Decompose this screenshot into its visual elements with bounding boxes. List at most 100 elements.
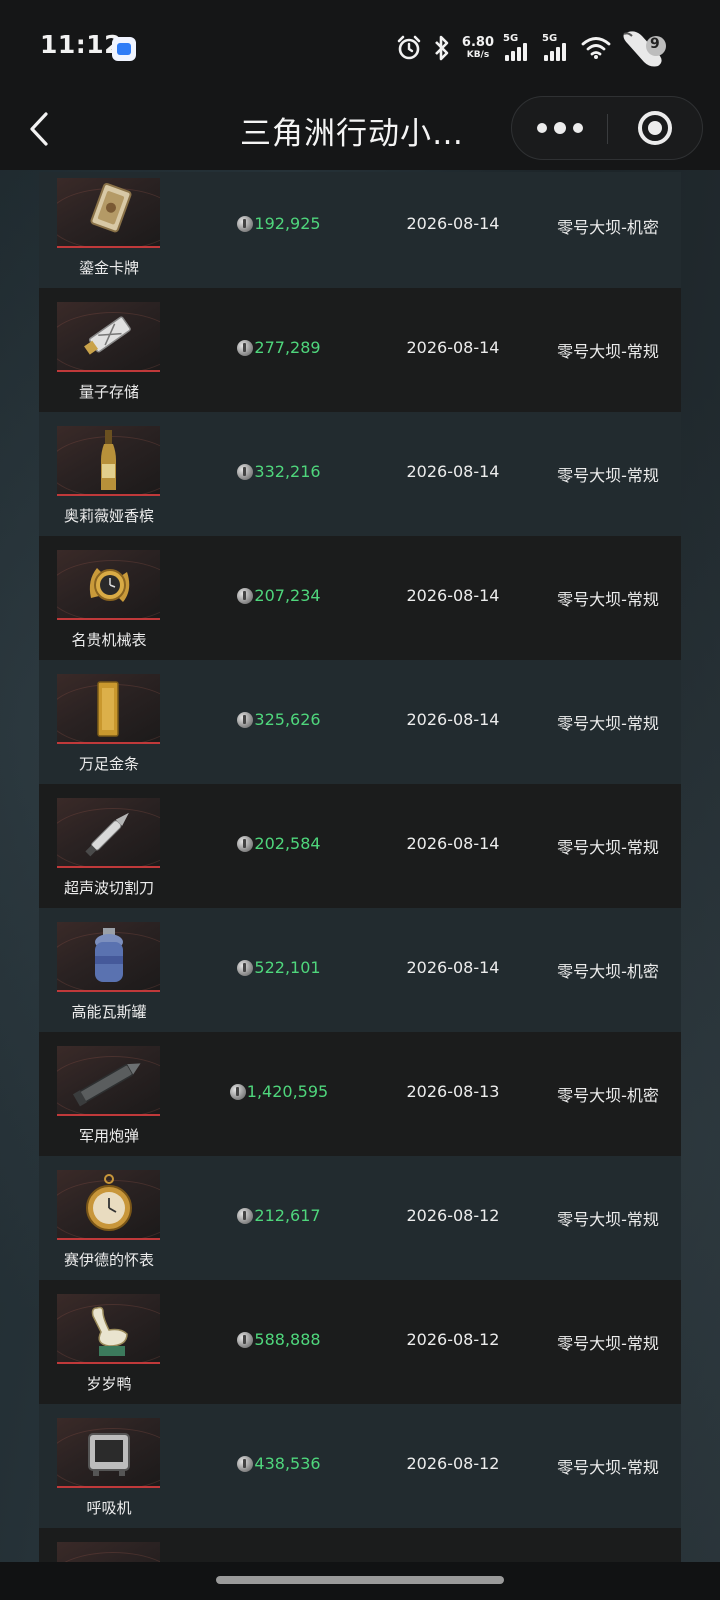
screen: 11:12 6.80 KB/s 5G 5G 9 三角洲行动小… 鎏金卡牌 192… xyxy=(0,0,720,1600)
price-value: 202,584 xyxy=(254,834,321,853)
coin-icon xyxy=(237,463,254,480)
item-date: 2026-08-14 xyxy=(406,834,500,853)
item-price: 277,289 xyxy=(199,338,359,357)
ultrasonic-knife-icon xyxy=(57,798,160,868)
item-map: 零号大坝-机密 xyxy=(557,962,659,981)
price-value: 588,888 xyxy=(254,1330,321,1349)
list-item[interactable]: 超声波切割刀 202,584 2026-08-14 零号大坝-常规 xyxy=(39,784,681,908)
close-mini-program-button[interactable] xyxy=(608,97,702,159)
coin-icon xyxy=(229,1083,246,1100)
item-map: 零号大坝-常规 xyxy=(557,1458,659,1477)
item-name: 呼吸机 xyxy=(86,1499,132,1517)
list-item[interactable]: 奥莉薇娅香槟 332,216 2026-08-14 零号大坝-常规 xyxy=(39,412,681,536)
mini-program-header: 三角洲行动小… xyxy=(0,92,720,170)
signal-icon: 5G xyxy=(542,33,572,63)
list-item[interactable]: 赛伊德的怀表 212,617 2026-08-12 零号大坝-常规 xyxy=(39,1156,681,1280)
price-value: 277,289 xyxy=(254,338,321,357)
more-dots-icon xyxy=(536,123,547,133)
price-value: 522,101 xyxy=(254,958,321,977)
list-item[interactable]: 高能瓦斯罐 522,101 2026-08-14 零号大坝-机密 xyxy=(39,908,681,1032)
app-notification-icon xyxy=(112,37,136,61)
coin-icon xyxy=(237,1331,254,1348)
list-item[interactable]: 鎏金卡牌 192,925 2026-08-14 零号大坝-机密 xyxy=(39,172,681,288)
back-button[interactable] xyxy=(22,106,58,152)
item-name: 军用炮弹 xyxy=(78,1127,139,1145)
more-button[interactable] xyxy=(512,97,607,159)
item-map: 零号大坝-机密 xyxy=(557,218,659,237)
alarm-icon xyxy=(397,35,421,60)
page-title: 三角洲行动小… xyxy=(240,116,464,152)
item-date: 2026-08-14 xyxy=(406,462,500,481)
partial-item-icon xyxy=(57,1542,160,1562)
coin-icon xyxy=(237,215,254,232)
battery-level: 9 xyxy=(650,36,660,52)
list-item[interactable] xyxy=(39,1528,681,1562)
home-indicator[interactable] xyxy=(216,1576,504,1584)
price-value: 332,216 xyxy=(254,462,321,481)
status-time: 11:12 xyxy=(40,30,123,59)
pocket-watch-icon xyxy=(57,1170,160,1240)
item-name: 赛伊德的怀表 xyxy=(63,1251,154,1269)
coin-icon xyxy=(237,339,254,356)
gilded-card-icon xyxy=(57,178,160,248)
price-value: 212,617 xyxy=(254,1206,321,1225)
item-name: 鎏金卡牌 xyxy=(78,259,139,277)
list-item[interactable]: 呼吸机 438,536 2026-08-12 零号大坝-常规 xyxy=(39,1404,681,1528)
record-list[interactable]: 鎏金卡牌 192,925 2026-08-14 零号大坝-机密 量子存储 277… xyxy=(39,172,681,1562)
item-price: 192,925 xyxy=(199,214,359,233)
item-map: 零号大坝-常规 xyxy=(557,590,659,609)
item-name: 名贵机械表 xyxy=(71,631,147,649)
item-map: 零号大坝-常规 xyxy=(557,714,659,733)
list-item[interactable]: 量子存储 277,289 2026-08-14 零号大坝-常规 xyxy=(39,288,681,412)
item-price: 212,617 xyxy=(199,1206,359,1225)
respirator-icon xyxy=(57,1418,160,1488)
item-name: 超声波切割刀 xyxy=(63,879,154,897)
coin-icon xyxy=(237,835,254,852)
price-value: 325,626 xyxy=(254,710,321,729)
item-map: 零号大坝-常规 xyxy=(557,342,659,361)
duck-ornament-icon xyxy=(57,1294,160,1364)
list-item[interactable]: 万足金条 325,626 2026-08-14 零号大坝-常规 xyxy=(39,660,681,784)
item-price: 332,216 xyxy=(199,462,359,481)
item-date: 2026-08-14 xyxy=(406,338,500,357)
coin-icon xyxy=(237,1207,254,1224)
capsule-menu xyxy=(511,96,703,160)
price-value: 192,925 xyxy=(254,214,321,233)
net-speed-value: 6.80 xyxy=(461,35,494,50)
item-map: 零号大坝-常规 xyxy=(557,838,659,857)
item-map: 零号大坝-常规 xyxy=(557,1334,659,1353)
list-item[interactable]: 军用炮弹 1,420,595 2026-08-13 零号大坝-机密 xyxy=(39,1032,681,1156)
coin-icon xyxy=(237,959,254,976)
item-price: 207,234 xyxy=(199,586,359,605)
item-map: 零号大坝-常规 xyxy=(557,1210,659,1229)
item-name: 万足金条 xyxy=(78,755,139,773)
item-name: 量子存储 xyxy=(78,383,139,401)
net-speed: 6.80 KB/s xyxy=(462,36,494,60)
item-name: 岁岁鸭 xyxy=(86,1375,132,1393)
item-price: 588,888 xyxy=(199,1330,359,1349)
item-date: 2026-08-12 xyxy=(406,1206,500,1225)
net-speed-unit: KB/s xyxy=(466,50,490,60)
bluetooth-icon xyxy=(435,35,449,61)
artillery-shell-icon xyxy=(57,1046,160,1116)
item-name: 奥莉薇娅香槟 xyxy=(63,507,154,525)
item-date: 2026-08-14 xyxy=(406,958,500,977)
item-date: 2026-08-14 xyxy=(406,214,500,233)
quantum-storage-icon xyxy=(57,302,160,372)
gas-canister-icon xyxy=(57,922,160,992)
list-item[interactable]: 岁岁鸭 588,888 2026-08-12 零号大坝-常规 xyxy=(39,1280,681,1404)
price-value: 438,536 xyxy=(254,1454,321,1473)
item-date: 2026-08-14 xyxy=(406,710,500,729)
status-icons: 6.80 KB/s 5G 5G 9 xyxy=(396,30,672,67)
luxury-watch-icon xyxy=(57,550,160,620)
item-date: 2026-08-14 xyxy=(406,586,500,605)
champagne-bottle-icon xyxy=(57,426,160,496)
coin-icon xyxy=(237,711,254,728)
status-bar: 11:12 6.80 KB/s 5G 5G 9 xyxy=(0,0,720,92)
price-value: 207,234 xyxy=(254,586,321,605)
gold-bar-icon xyxy=(57,674,160,744)
list-item[interactable]: 名贵机械表 207,234 2026-08-14 零号大坝-常规 xyxy=(39,536,681,660)
signal-icon: 5G xyxy=(503,33,533,63)
item-map: 零号大坝-常规 xyxy=(557,466,659,485)
system-nav-bar xyxy=(0,1562,720,1600)
